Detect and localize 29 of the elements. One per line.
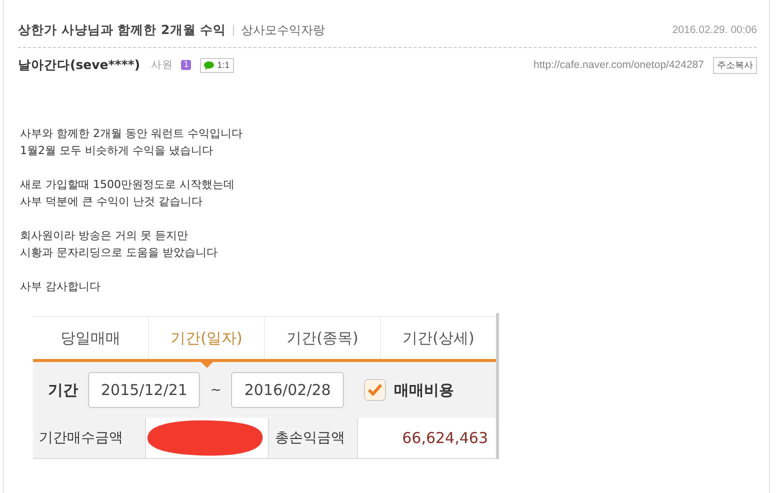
body-text: 사부와 함께한 2개월 동안 워런트 수익입니다 [20, 126, 244, 142]
post-title: 상한가 사냥님과 함께한 2개월 수익 [18, 22, 226, 38]
start-date-field[interactable]: 2015/12/21 [88, 372, 200, 408]
tab[interactable]: 기간(종목) [264, 317, 380, 359]
body-text: 회사원이라 방송은 거의 못 듣지만 [20, 228, 189, 244]
author-name[interactable]: 날아간다(seve****) [18, 56, 140, 74]
fee-checkbox[interactable] [364, 379, 386, 401]
post-date: 2016.02.29. 00:06 [672, 24, 757, 36]
end-date-field[interactable]: 2016/02/28 [231, 372, 344, 408]
period-label: 기간 [48, 380, 78, 400]
chat-button[interactable]: 1:1 [200, 58, 234, 72]
post-url[interactable]: http://cafe.naver.com/onetop/424287 [534, 59, 704, 71]
fee-label: 매매비용 [394, 380, 454, 400]
board-link[interactable]: 상사모수익자랑 [241, 22, 326, 38]
body-text: 시황과 문자리딩으로 도움을 받았습니다 [20, 245, 218, 261]
body-text: 사부 덕분에 큰 수익이 난것 같습니다 [20, 194, 204, 210]
member-rank: 사원 [151, 58, 174, 72]
level-badge: 1 [181, 60, 192, 70]
copy-address-button[interactable]: 주소복사 [713, 56, 757, 74]
total-profit-label: 총손익금액 [268, 418, 358, 458]
speech-bubble-icon [204, 60, 214, 70]
total-profit-value: 66,624,463 [401, 428, 489, 449]
body-text: 사부 감사합니다 [20, 279, 102, 295]
range-separator: ~ [210, 382, 222, 398]
buy-amount-label: 기간매수금액 [33, 418, 146, 458]
tab[interactable]: 기간(상세) [380, 317, 496, 359]
body-text: 새로 가입할때 1500만원정도로 시작했는데 [20, 177, 236, 193]
body-text: 1월2월 모두 비슷하게 수익을 냈습니다 [20, 143, 214, 159]
tab[interactable]: 당일매매 [33, 317, 148, 359]
